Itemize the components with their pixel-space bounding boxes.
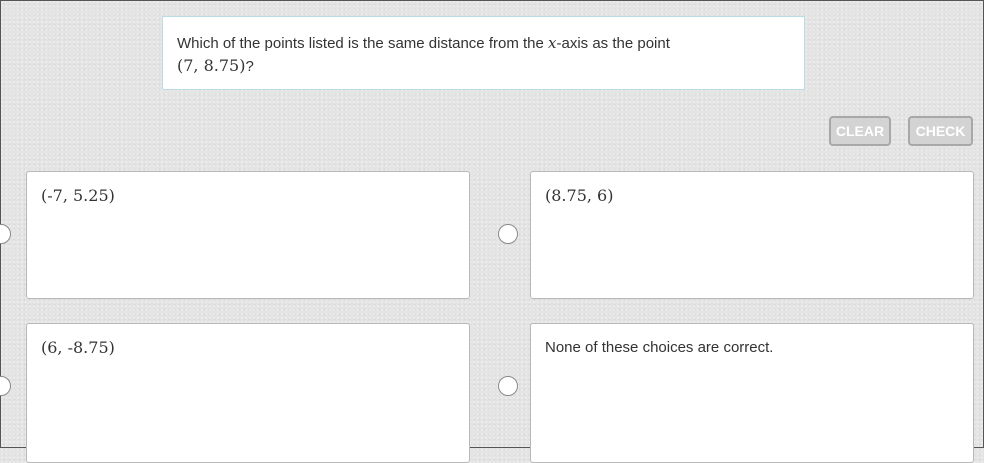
choice-card-a[interactable]: (-7, 5.25) [26, 171, 470, 299]
choice-label-c: (6, -8.75) [41, 338, 115, 357]
question-point: (7, 8.75) [177, 56, 246, 75]
question-text-prefix: Which of the points listed is the same d… [177, 35, 549, 52]
choice-card-d[interactable]: None of these choices are correct. [530, 323, 974, 463]
radio-button-c[interactable] [0, 376, 11, 396]
radio-button-d[interactable] [498, 376, 518, 396]
radio-button-b[interactable] [498, 224, 518, 244]
choice-label-b: (8.75, 6) [545, 186, 614, 205]
radio-button-a[interactable] [0, 224, 11, 244]
choice-label-a: (-7, 5.25) [41, 186, 115, 205]
question-prompt: Which of the points listed is the same d… [162, 16, 805, 90]
question-mark: ? [245, 58, 254, 75]
clear-button[interactable]: CLEAR [829, 116, 891, 146]
choice-label-d: None of these choices are correct. [545, 339, 774, 356]
choice-card-b[interactable]: (8.75, 6) [530, 171, 974, 299]
check-button[interactable]: CHECK [908, 116, 973, 146]
question-text-suffix: -axis as the point [556, 35, 670, 52]
choice-card-c[interactable]: (6, -8.75) [26, 323, 470, 463]
